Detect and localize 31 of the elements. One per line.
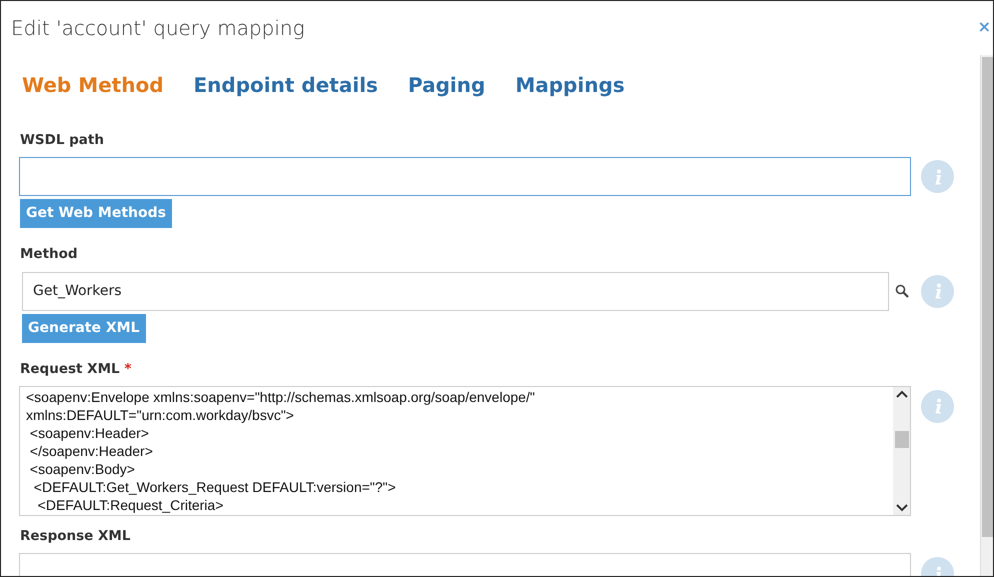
tab[interactable]: Paging — [408, 67, 486, 103]
tab[interactable]: Endpoint details — [194, 67, 378, 103]
generate-xml-button[interactable]: Generate XML — [22, 314, 146, 342]
info-icon[interactable] — [921, 390, 954, 423]
xml-line: </soapenv:Header> — [28, 442, 154, 460]
input-field[interactable] — [19, 157, 911, 196]
xml-line: xmlns:DEFAULT="urn:com.workday/bsvc"> — [26, 406, 295, 424]
scrollbar[interactable] — [980, 55, 993, 576]
dialog-title: Edit 'account' query mapping — [11, 15, 305, 42]
field-label: Response XML — [20, 526, 130, 546]
input-field[interactable]: Get_Workers — [22, 272, 889, 310]
close-button[interactable]: × — [978, 19, 991, 35]
xml-line: <soapenv:Body> — [28, 460, 136, 478]
xml-line: <soapenv:Header> — [28, 424, 150, 442]
xml-line: <DEFAULT:Request_Criteria> — [36, 496, 224, 514]
caret-down-icon[interactable] — [896, 504, 908, 512]
get-methods-button[interactable]: Get Web Methods — [20, 199, 172, 228]
xml-line: <soapenv:Envelope xmlns:soapenv="http://schemas.xmlsoap.org/soap/envelope/" — [26, 388, 536, 406]
search-icon[interactable] — [895, 284, 909, 298]
tab[interactable]: Web Method — [22, 67, 164, 103]
xml-text-area[interactable] — [19, 386, 911, 516]
caret-up-icon[interactable] — [896, 390, 908, 398]
field-label: Request XML — [20, 360, 120, 376]
field-label: WSDL path — [20, 131, 104, 150]
info-icon[interactable] — [921, 274, 954, 308]
required-marker: * — [124, 360, 132, 376]
info-icon[interactable] — [921, 160, 954, 194]
scrollbar-thumb[interactable] — [894, 431, 908, 448]
field-label: Method — [20, 245, 78, 264]
tab[interactable]: Mappings — [515, 67, 625, 103]
xml-line: <DEFAULT:Get_Workers_Request DEFAULT:version="?"> — [32, 478, 397, 496]
